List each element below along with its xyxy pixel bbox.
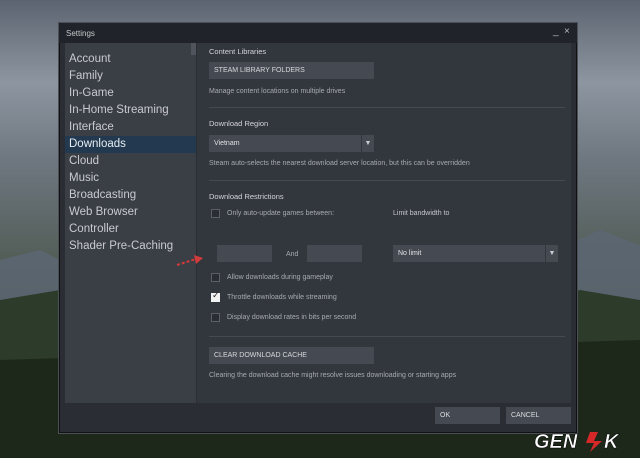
cancel-button[interactable]: CANCEL xyxy=(506,407,571,424)
download-restrictions-heading: Download Restrictions xyxy=(209,192,284,201)
steam-library-folders-button[interactable]: STEAM LIBRARY FOLDERS xyxy=(209,62,374,79)
title-bar: Settings _ × xyxy=(59,23,577,43)
bandwidth-limit-select[interactable]: No limit ▼ xyxy=(393,245,558,262)
sidebar-item-account[interactable]: Account xyxy=(65,51,196,68)
download-region-heading: Download Region xyxy=(209,119,269,128)
sidebar-item-cloud[interactable]: Cloud xyxy=(65,153,196,170)
arrow-right-icon xyxy=(176,255,203,266)
sidebar-item-family[interactable]: Family xyxy=(65,68,196,85)
ok-button[interactable]: OK xyxy=(435,407,500,424)
download-region-select[interactable]: Vietnam ▼ xyxy=(209,135,374,152)
genk-logo: GEN K xyxy=(534,431,621,454)
svg-text:GEN: GEN xyxy=(534,431,578,453)
and-label: And xyxy=(286,251,299,258)
throttle-downloads-label: Throttle downloads while streaming xyxy=(227,294,337,301)
throttle-downloads-checkbox[interactable] xyxy=(211,291,220,302)
sidebar-item-interface[interactable]: Interface xyxy=(65,119,196,136)
sidebar-item-controller[interactable]: Controller xyxy=(65,221,196,238)
divider xyxy=(209,107,565,108)
close-button[interactable]: × xyxy=(564,26,570,37)
sidebar-item-in-home-streaming[interactable]: In-Home Streaming xyxy=(65,102,196,119)
divider xyxy=(209,336,565,337)
sidebar-item-broadcasting[interactable]: Broadcasting xyxy=(65,187,196,204)
settings-dialog: Settings _ × Account Family In-Game In-H… xyxy=(58,22,578,434)
auto-update-end-time[interactable] xyxy=(307,245,362,262)
download-rates-bits-checkbox[interactable] xyxy=(211,313,220,322)
download-rates-bits-label: Display download rates in bits per secon… xyxy=(227,314,357,321)
clear-cache-description: Clearing the download cache might resolv… xyxy=(209,372,457,379)
allow-downloads-during-gameplay-checkbox[interactable] xyxy=(211,273,220,282)
sidebar-item-shader-pre-caching[interactable]: Shader Pre-Caching xyxy=(65,238,196,255)
clear-download-cache-button[interactable]: CLEAR DOWNLOAD CACHE xyxy=(209,347,374,364)
bandwidth-limit-value: No limit xyxy=(398,250,422,257)
limit-bandwidth-label: Limit bandwidth to xyxy=(393,210,450,217)
sidebar-item-in-game[interactable]: In-Game xyxy=(65,85,196,102)
window-title: Settings xyxy=(66,29,95,38)
download-region-value: Vietnam xyxy=(214,140,240,147)
only-auto-update-label: Only auto-update games between: xyxy=(227,210,335,217)
chevron-down-icon: ▼ xyxy=(545,245,558,262)
sidebar-item-music[interactable]: Music xyxy=(65,170,196,187)
only-auto-update-checkbox[interactable] xyxy=(211,209,220,218)
sidebar-item-downloads[interactable]: Downloads xyxy=(65,136,196,153)
settings-sidebar: Account Family In-Game In-Home Streaming… xyxy=(65,43,196,403)
sidebar-item-web-browser[interactable]: Web Browser xyxy=(65,204,196,221)
allow-downloads-during-gameplay-label: Allow downloads during gameplay xyxy=(227,274,333,281)
chevron-down-icon: ▼ xyxy=(361,135,374,152)
content-libraries-description: Manage content locations on multiple dri… xyxy=(209,88,346,95)
download-region-description: Steam auto-selects the nearest download … xyxy=(209,160,470,167)
divider xyxy=(209,180,565,181)
downloads-panel: Content Libraries STEAM LIBRARY FOLDERS … xyxy=(197,43,571,403)
content-libraries-heading: Content Libraries xyxy=(209,47,267,56)
svg-text:K: K xyxy=(604,431,620,453)
minimize-button[interactable]: _ xyxy=(553,26,559,37)
auto-update-start-time[interactable] xyxy=(217,245,272,262)
